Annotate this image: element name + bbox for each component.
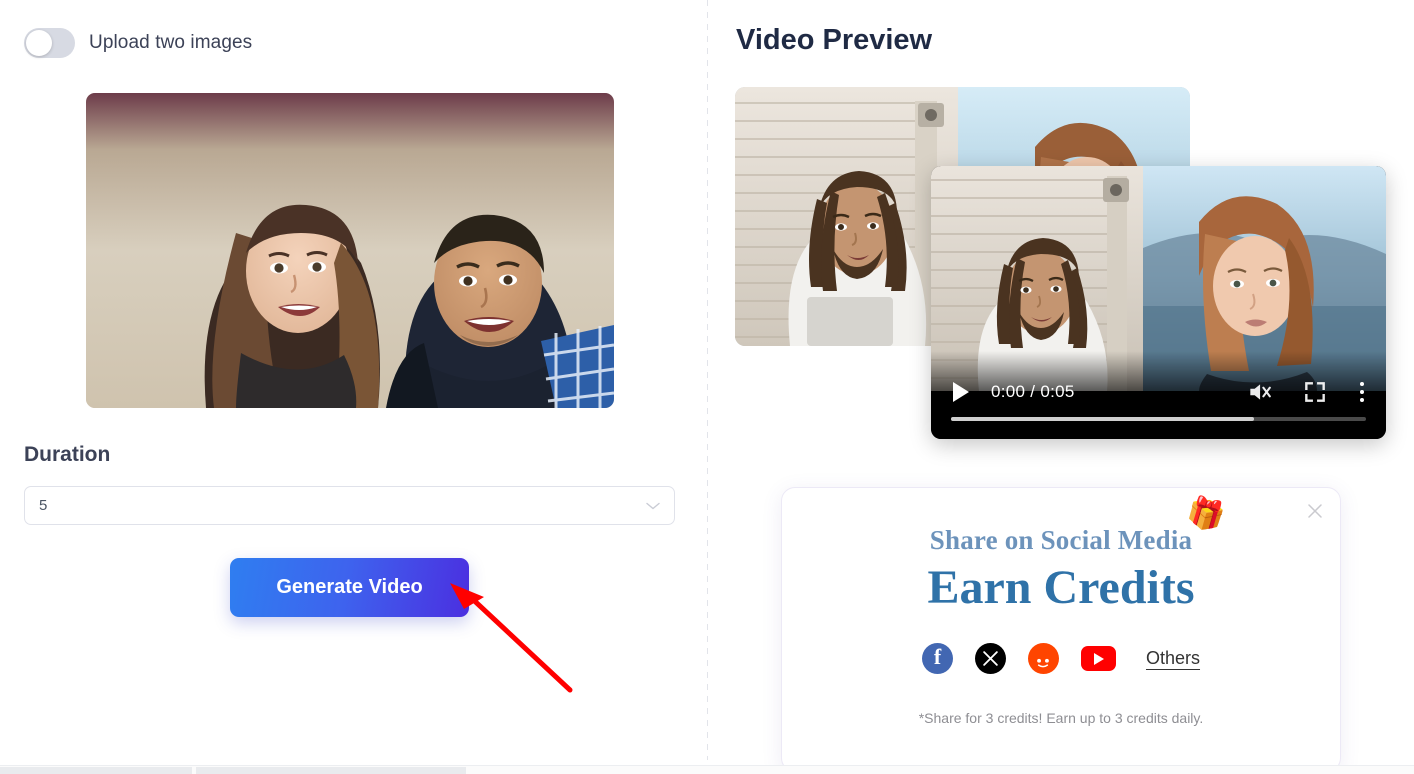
more-vertical-icon[interactable] <box>1360 382 1364 402</box>
video-time-display: 0:00 / 0:05 <box>991 382 1075 401</box>
social-buttons-row: f Others <box>782 643 1340 674</box>
reddit-icon[interactable] <box>1027 643 1059 674</box>
duration-select[interactable]: 5 <box>24 486 675 525</box>
app-root: Upload two images Duration 5 Generate Vi… <box>0 0 1414 774</box>
right-panel: Video Preview 0:00 / 0:05 Share on Socia… <box>708 0 1414 774</box>
youtube-play-glyph <box>1094 652 1105 665</box>
share-social-card: Share on Social Media 🎁 Earn Credits f O… <box>781 487 1341 772</box>
share-heading-small-text: Share on Social Media <box>929 525 1193 555</box>
uploaded-couple-photo <box>86 93 614 408</box>
left-panel: Upload two images Duration 5 Generate Vi… <box>0 0 707 774</box>
x-twitter-icon[interactable] <box>974 643 1006 674</box>
x-glyph <box>983 651 998 666</box>
share-credits-note: *Share for 3 credits! Earn up to 3 credi… <box>918 710 1204 726</box>
page-title: Video Preview <box>736 24 933 56</box>
chevron-down-icon <box>646 502 660 509</box>
duration-value: 5 <box>39 497 48 514</box>
video-controls-bar: 0:00 / 0:05 <box>931 351 1386 439</box>
volume-muted-icon[interactable] <box>1246 379 1272 405</box>
uploaded-image-preview[interactable] <box>86 93 614 408</box>
others-share-link[interactable]: Others <box>1146 648 1200 669</box>
reddit-glyph <box>1033 648 1054 671</box>
generate-video-button[interactable]: Generate Video <box>230 558 469 617</box>
browser-bottom-edge <box>0 765 1414 774</box>
toggle-knob <box>26 30 52 56</box>
duration-label: Duration <box>24 443 111 466</box>
close-icon[interactable] <box>1304 500 1326 522</box>
facebook-icon[interactable]: f <box>921 643 953 674</box>
video-progress-bar[interactable] <box>951 417 1366 421</box>
video-controls-row: 0:00 / 0:05 <box>931 375 1386 409</box>
youtube-icon[interactable] <box>1080 646 1116 671</box>
share-heading-small: Share on Social Media <box>782 525 1340 556</box>
play-icon[interactable] <box>953 382 969 402</box>
video-buffered-range <box>951 417 1254 421</box>
upload-two-images-row: Upload two images <box>24 28 252 58</box>
video-player[interactable]: 0:00 / 0:05 <box>931 166 1386 439</box>
share-heading-large: Earn Credits <box>927 561 1195 614</box>
upload-two-images-label: Upload two images <box>89 32 253 53</box>
upload-two-images-toggle[interactable] <box>24 28 75 58</box>
fullscreen-icon[interactable] <box>1302 379 1328 405</box>
